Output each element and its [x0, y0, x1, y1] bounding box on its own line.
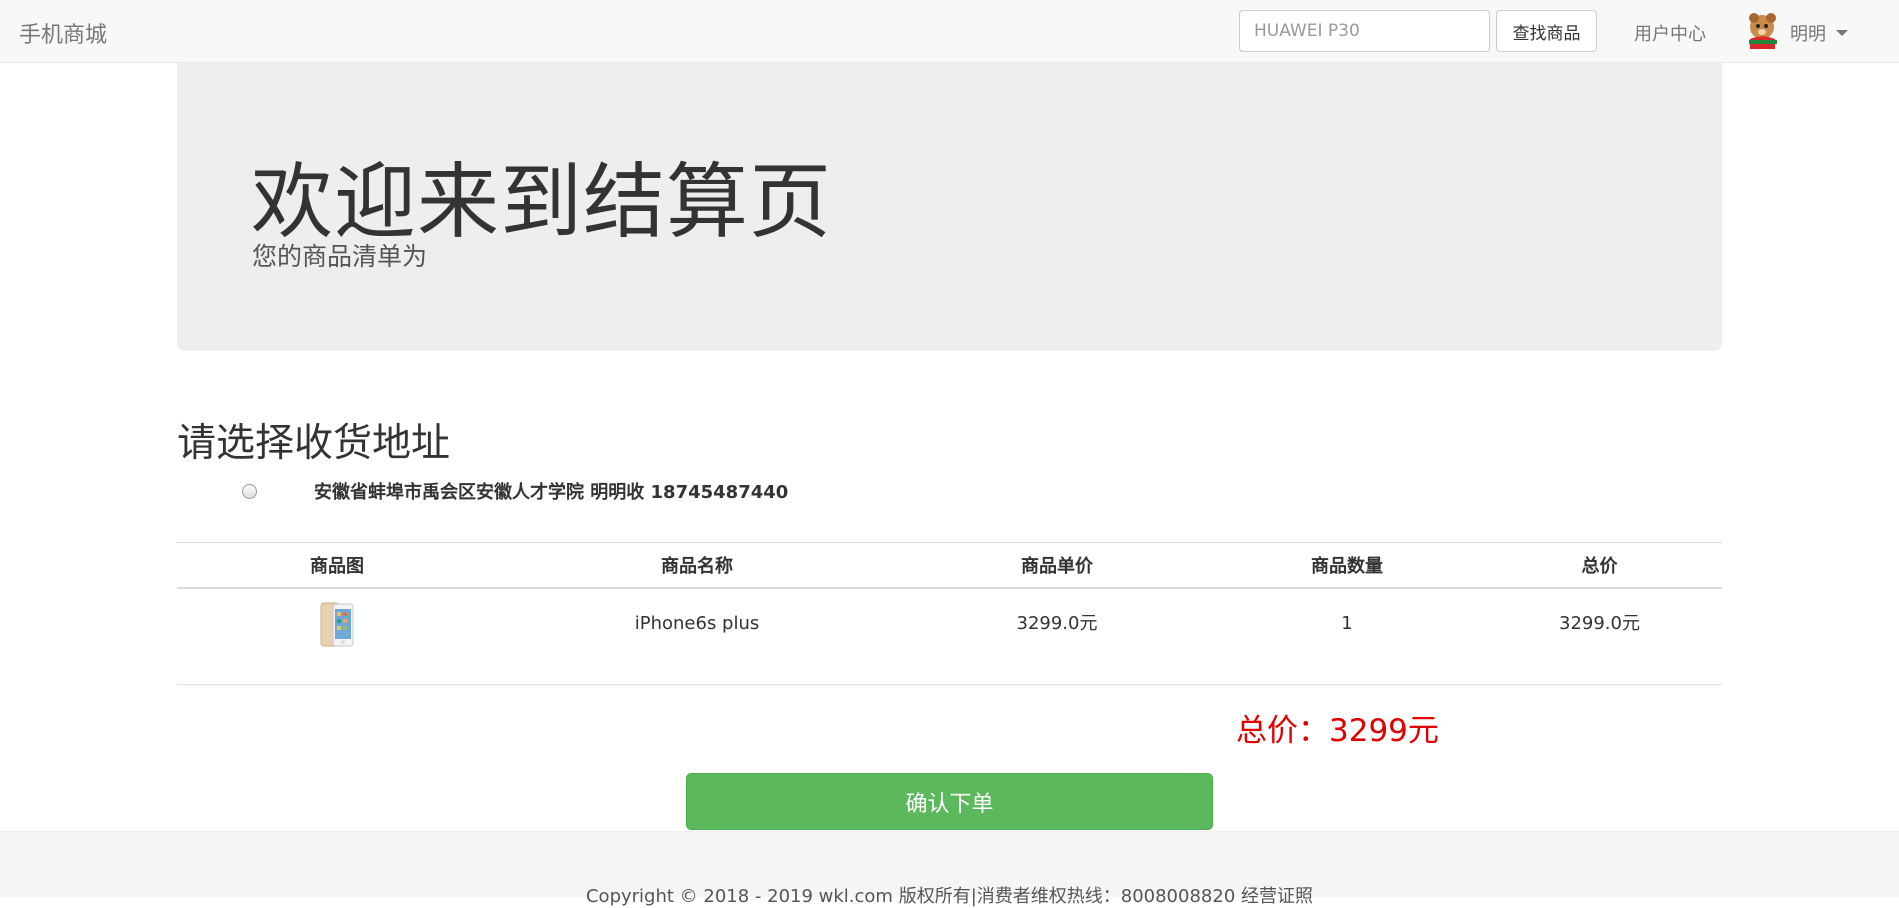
header-quantity: 商品数量 — [1311, 556, 1383, 577]
address-option-label[interactable]: 安徽省蚌埠市禹会区安徽人才学院 明明收 18745487440 — [314, 478, 788, 504]
page-subtitle: 您的商品清单为 — [252, 242, 428, 271]
order-table: 商品图 商品名称 商品单价 商品数量 总价 iPhone6s plus 3299… — [177, 542, 1722, 685]
order-total: 总价：3299元 — [1236, 713, 1439, 749]
header-image: 商品图 — [310, 556, 364, 577]
product-image[interactable] — [319, 602, 355, 648]
product-quantity: 1 — [1341, 613, 1353, 634]
search-input[interactable] — [1239, 10, 1490, 52]
avatar[interactable] — [1745, 12, 1781, 50]
search-button[interactable]: 查找商品 — [1496, 10, 1597, 52]
table-header-row: 商品图 商品名称 商品单价 商品数量 总价 — [177, 542, 1722, 589]
footer-copyright: Copyright © 2018 - 2019 wkl.com 版权所有|消费者… — [585, 886, 1313, 907]
product-unit-price: 3299.0元 — [1016, 613, 1098, 634]
address-heading: 请选择收货地址 — [177, 421, 451, 466]
header-subtotal: 总价 — [1581, 556, 1618, 577]
product-name: iPhone6s plus — [634, 613, 760, 634]
chevron-down-icon[interactable] — [1836, 30, 1848, 36]
header-name: 商品名称 — [661, 556, 733, 577]
brand-logo[interactable]: 手机商城 — [19, 17, 107, 49]
confirm-order-button[interactable]: 确认下单 — [686, 773, 1213, 830]
address-radio[interactable] — [242, 484, 257, 499]
user-center-link[interactable]: 用户中心 — [1634, 20, 1706, 46]
header-unit-price: 商品单价 — [1021, 556, 1093, 577]
welcome-banner: 欢迎来到结算页 您的商品清单为 — [177, 63, 1722, 351]
navbar: 手机商城 查找商品 用户中心 明明 — [0, 0, 1899, 63]
user-menu-toggle[interactable]: 明明 — [1790, 20, 1826, 46]
table-row: iPhone6s plus 3299.0元 1 3299.0元 — [177, 589, 1722, 685]
footer: Copyright © 2018 - 2019 wkl.com 版权所有|消费者… — [0, 831, 1899, 907]
product-subtotal: 3299.0元 — [1559, 613, 1640, 634]
